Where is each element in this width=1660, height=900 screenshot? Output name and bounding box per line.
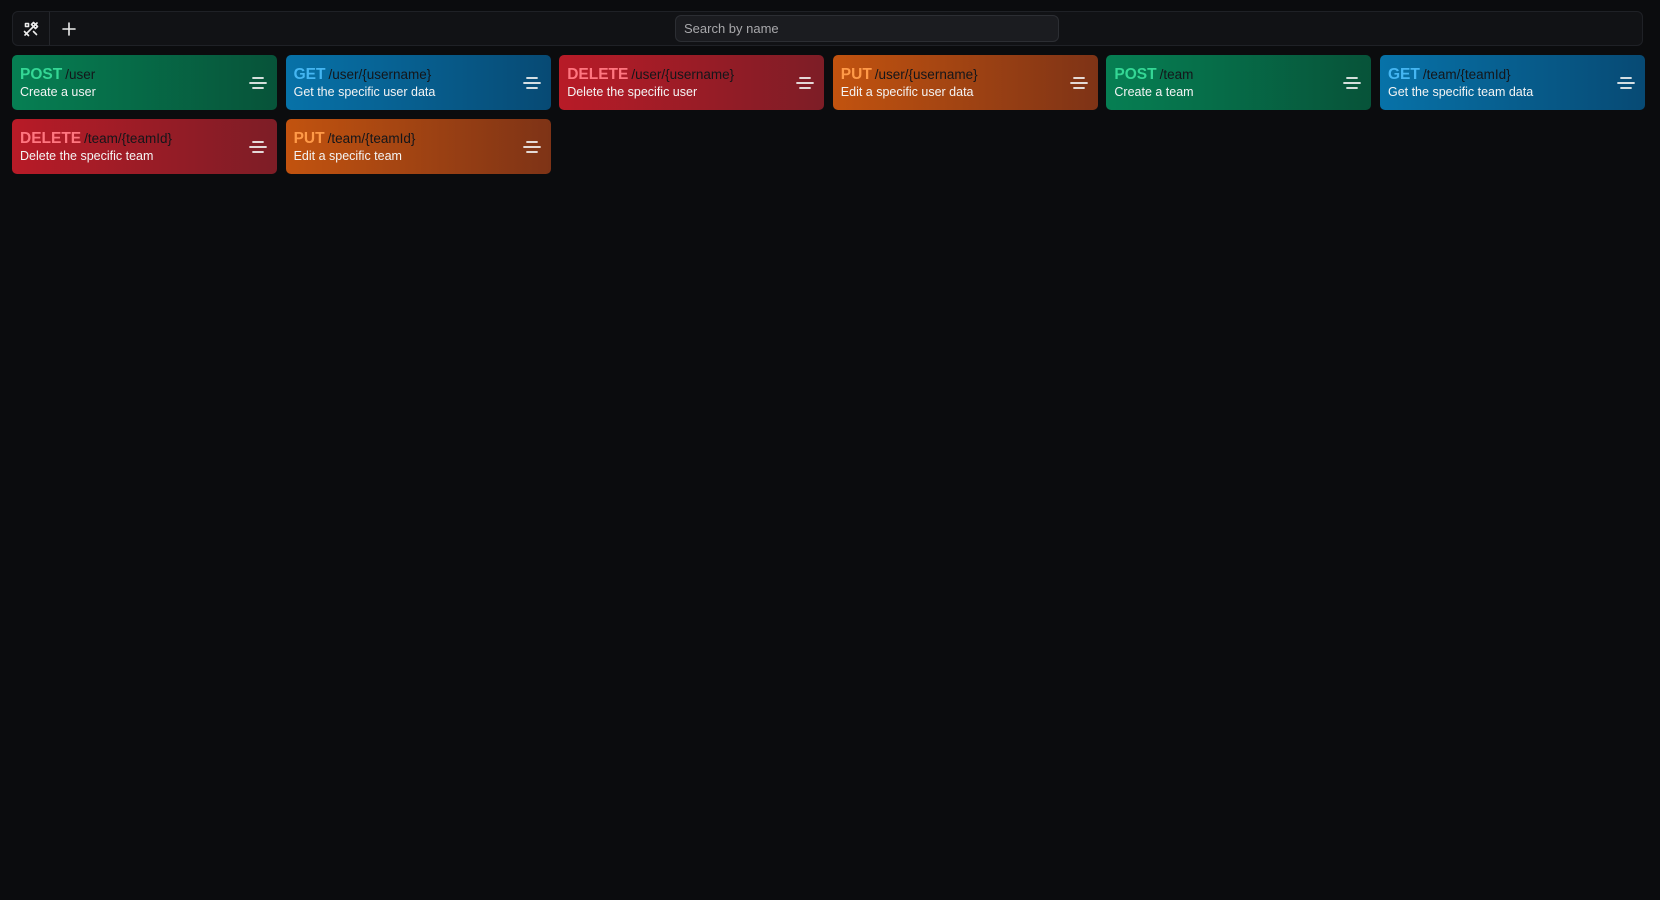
search-input[interactable] — [675, 15, 1059, 42]
http-method: PUT — [840, 66, 872, 83]
endpoint-header: GET/team/{teamId} — [1388, 66, 1637, 85]
endpoint-path: /user/{username} — [328, 67, 432, 82]
menu-icon[interactable] — [522, 75, 541, 91]
endpoint-description: Get the specific user data — [293, 85, 436, 99]
endpoint-description: Create a team — [1114, 85, 1194, 99]
http-method: DELETE — [567, 66, 629, 83]
endpoint-description: Create a user — [20, 85, 96, 99]
endpoint-card[interactable]: POST/user Create a user — [12, 55, 277, 110]
menu-icon[interactable] — [1617, 75, 1635, 91]
endpoint-card[interactable]: PUT/user/{username} Edit a specific user … — [832, 55, 1098, 110]
endpoint-card[interactable]: POST/team Create a team — [1106, 55, 1372, 110]
endpoint-card[interactable]: GET/team/{teamId} Get the specific team d… — [1379, 55, 1645, 110]
top-toolbar — [12, 11, 1643, 46]
menu-icon[interactable] — [249, 139, 267, 155]
http-method: POST — [1114, 66, 1157, 83]
endpoint-description: Get the specific team data — [1387, 85, 1534, 99]
menu-icon[interactable] — [249, 75, 267, 91]
plus-icon — [62, 21, 76, 36]
endpoint-header: GET/user/{username} — [294, 66, 543, 85]
add-button[interactable] — [51, 12, 87, 45]
endpoint-description: Edit a specific team — [293, 149, 402, 163]
endpoint-card[interactable]: DELETE/user/{username} Delete the specifi… — [559, 55, 825, 110]
endpoint-card[interactable]: DELETE/team/{teamId} Delete the specific … — [12, 119, 277, 174]
endpoint-path: /user/{username} — [631, 67, 735, 82]
endpoint-card[interactable]: GET/user/{username} Get the specific user… — [285, 55, 551, 110]
endpoint-path: /team/{teamId} — [327, 131, 416, 146]
endpoint-header: POST/user — [20, 66, 269, 85]
endpoint-header: PUT/team/{teamId} — [294, 130, 543, 149]
endpoint-header: DELETE/team/{teamId} — [20, 130, 269, 149]
endpoint-header: POST/team — [1114, 66, 1363, 85]
http-method: POST — [20, 66, 63, 83]
endpoint-path: /team/{teamId} — [1422, 67, 1511, 82]
menu-icon[interactable] — [1069, 75, 1088, 91]
http-method: GET — [1387, 66, 1420, 83]
http-method: DELETE — [20, 130, 82, 147]
menu-icon[interactable] — [796, 75, 815, 91]
endpoint-header: DELETE/user/{username} — [567, 66, 816, 85]
http-method: PUT — [293, 130, 325, 147]
http-method: GET — [293, 66, 326, 83]
menu-icon[interactable] — [1343, 75, 1362, 91]
endpoint-header: PUT/user/{username} — [841, 66, 1090, 85]
endpoint-path: /user — [65, 67, 96, 82]
endpoint-path: /team — [1159, 67, 1194, 82]
menu-icon[interactable] — [522, 139, 541, 155]
endpoint-description: Delete the specific user — [567, 85, 698, 99]
endpoint-description: Edit a specific user data — [840, 85, 974, 99]
endpoint-card[interactable]: PUT/team/{teamId} Edit a specific team — [285, 119, 551, 174]
endpoint-grid: POST/user Create a user GET/user/{username… — [12, 55, 1645, 174]
endpoint-path: /team/{teamId} — [84, 131, 172, 146]
endpoint-description: Delete the specific team — [20, 149, 154, 163]
endpoint-path: /user/{username} — [874, 67, 978, 82]
tools-icon[interactable] — [13, 12, 50, 45]
